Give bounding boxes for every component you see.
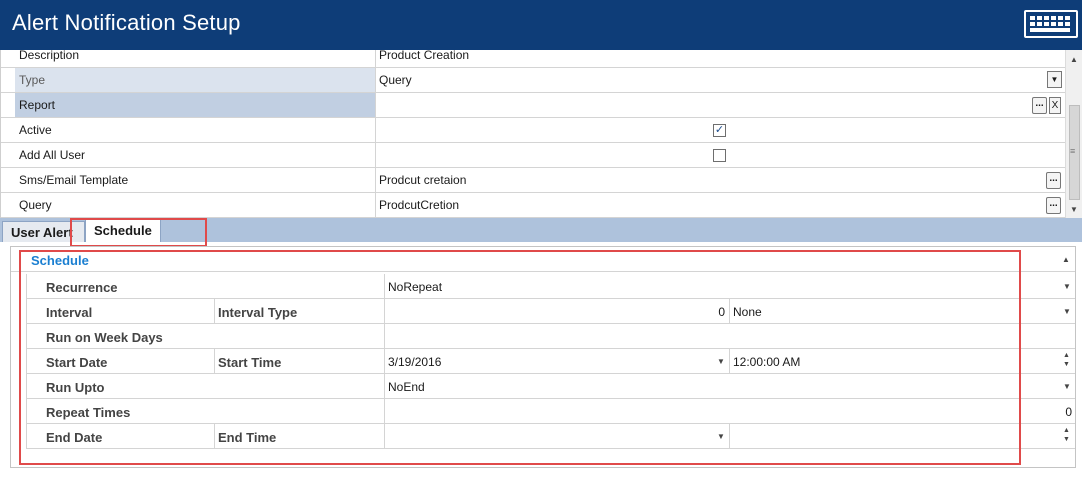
title-bar: Alert Notification Setup bbox=[0, 0, 1082, 50]
property-row-add-all-user[interactable]: Add All User bbox=[1, 143, 1065, 168]
spinner-icon[interactable]: ▲ ▼ bbox=[1063, 351, 1070, 369]
property-value[interactable]: Product Creation bbox=[379, 50, 469, 62]
window-title: Alert Notification Setup bbox=[12, 10, 241, 35]
chevron-down-icon[interactable]: ▼ bbox=[1063, 282, 1071, 291]
report-browse-button[interactable]: ... bbox=[1032, 97, 1047, 114]
chevron-down-icon[interactable]: ▼ bbox=[1063, 307, 1071, 316]
property-row-report[interactable]: Report ... X bbox=[1, 93, 1065, 118]
query-value[interactable]: ProdcutCretion bbox=[379, 198, 459, 212]
grip-icon: ≡ bbox=[1070, 146, 1076, 156]
property-label: Add All User bbox=[15, 143, 376, 167]
property-label: Description bbox=[15, 50, 376, 67]
property-label: Sms/Email Template bbox=[15, 168, 376, 192]
property-label: Report bbox=[15, 93, 376, 117]
template-value[interactable]: Prodcut cretaion bbox=[379, 173, 466, 187]
property-label: Active bbox=[15, 118, 376, 142]
active-checkbox[interactable]: ✓ bbox=[713, 124, 726, 137]
property-row-template[interactable]: Sms/Email Template Prodcut cretaion ... bbox=[1, 168, 1065, 193]
add-all-user-checkbox[interactable] bbox=[713, 149, 726, 162]
property-label: Type bbox=[15, 68, 376, 92]
repeat-times-value[interactable]: 0 bbox=[1027, 405, 1072, 419]
report-clear-button[interactable]: X bbox=[1049, 97, 1061, 114]
property-row-description[interactable]: Description Product Creation bbox=[1, 50, 1065, 68]
query-browse-button[interactable]: ... bbox=[1046, 197, 1061, 214]
properties-grid: Description Product Creation Type Query … bbox=[0, 50, 1065, 218]
scroll-up-icon[interactable]: ▲ bbox=[1070, 55, 1078, 64]
property-row-active[interactable]: Active ✓ bbox=[1, 118, 1065, 143]
collapse-icon[interactable]: ▲ bbox=[1062, 255, 1070, 264]
scroll-down-icon[interactable]: ▼ bbox=[1070, 205, 1078, 214]
property-row-type[interactable]: Type Query ▼ bbox=[1, 68, 1065, 93]
property-label: Query bbox=[15, 193, 376, 217]
chevron-down-icon[interactable]: ▼ bbox=[1047, 71, 1062, 88]
template-browse-button[interactable]: ... bbox=[1046, 172, 1061, 189]
highlight-box-schedule bbox=[19, 250, 1021, 465]
spinner-icon[interactable]: ▲ ▼ bbox=[1063, 426, 1070, 444]
chevron-down-icon[interactable]: ▼ bbox=[1063, 382, 1071, 391]
properties-scrollbar[interactable]: ▲ ≡ ▼ bbox=[1065, 50, 1082, 218]
property-row-query[interactable]: Query ProdcutCretion ... bbox=[1, 193, 1065, 218]
highlight-box-tab bbox=[70, 218, 207, 247]
type-dropdown-value[interactable]: Query bbox=[379, 73, 412, 87]
keyboard-icon[interactable] bbox=[1024, 10, 1078, 38]
